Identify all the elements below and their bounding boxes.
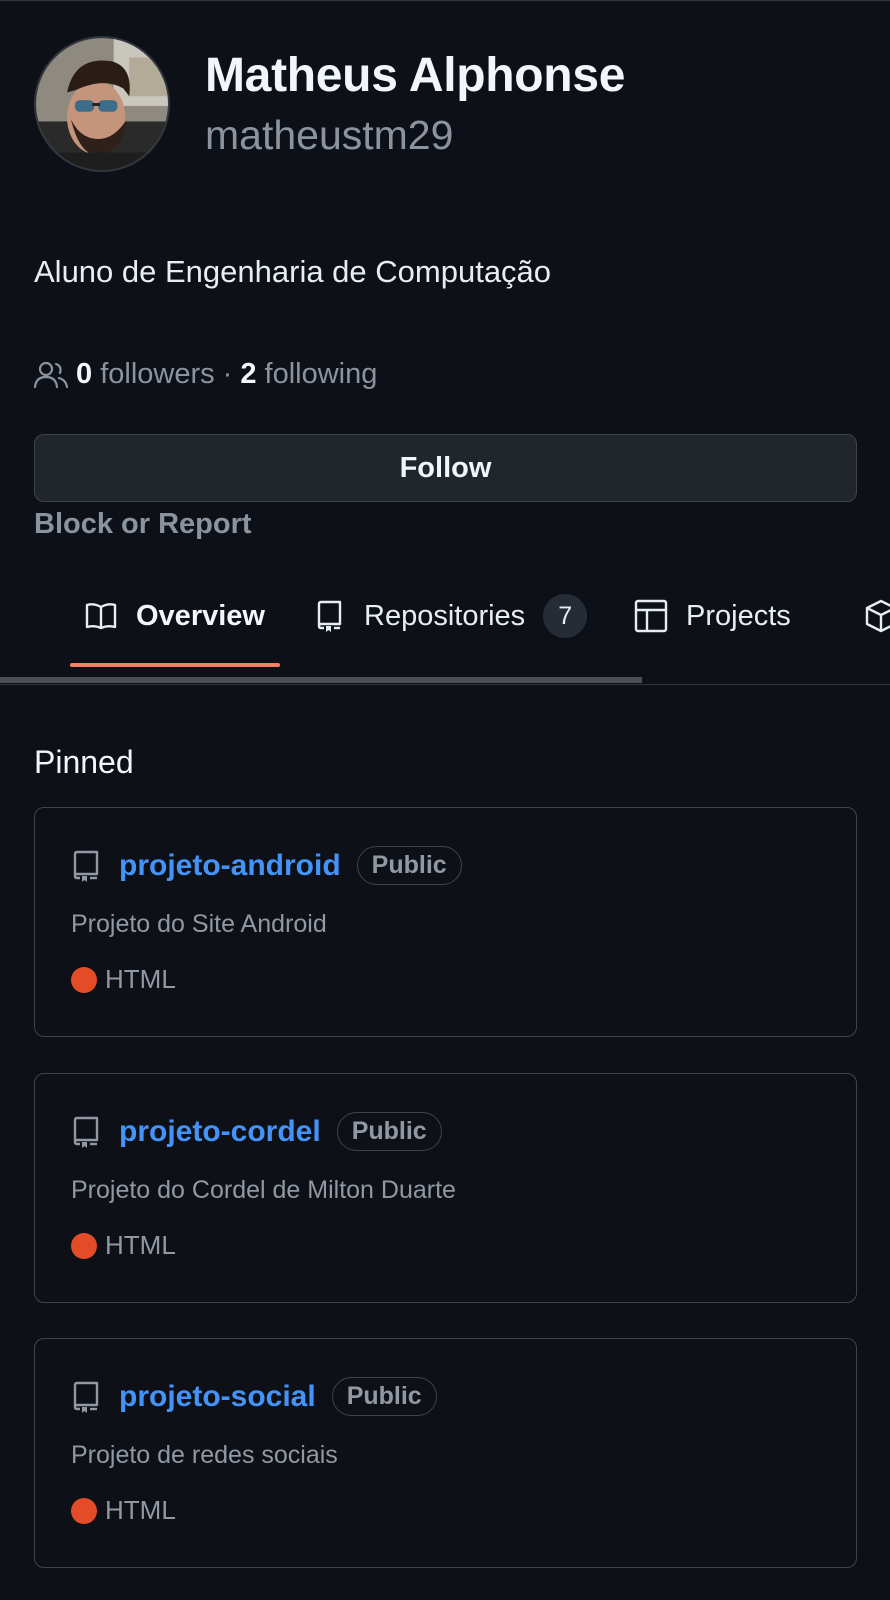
visibility-badge: Public: [331, 1377, 437, 1416]
pinned-repo-card: projeto-cordel Public Projeto do Cordel …: [34, 1073, 857, 1303]
repositories-counter: 7: [543, 594, 588, 638]
repo-language: HTML: [71, 1230, 176, 1261]
top-divider: [0, 0, 890, 1]
profile-tabs: Overview Repositories 7 Projects: [0, 576, 890, 686]
repo-name-link[interactable]: projeto-cordel: [119, 1115, 321, 1149]
tab-packages[interactable]: [864, 592, 890, 640]
repo-description: Projeto do Site Android: [71, 910, 327, 938]
tab-overview[interactable]: Overview: [84, 592, 265, 640]
following-link[interactable]: 2 following: [240, 358, 377, 391]
profile-username: matheustm29: [205, 112, 454, 158]
language-label: HTML: [105, 1230, 176, 1260]
following-label: following: [264, 358, 378, 390]
language-label: HTML: [105, 964, 176, 994]
tab-label: Projects: [686, 599, 791, 632]
pinned-repo-card: projeto-android Public Projeto do Site A…: [34, 807, 857, 1037]
followers-link[interactable]: 0 followers: [76, 358, 215, 391]
repo-icon: [73, 850, 99, 882]
repo-language: HTML: [71, 964, 176, 995]
separator: ·: [222, 358, 233, 390]
tab-label: Repositories: [364, 599, 526, 632]
tab-projects[interactable]: Projects: [634, 592, 791, 640]
pinned-title: Pinned: [34, 744, 134, 780]
book-icon: [85, 603, 117, 630]
language-label: HTML: [105, 1495, 176, 1525]
pinned-repo-card: projeto-social Public Projeto de redes s…: [34, 1338, 857, 1568]
visibility-badge: Public: [336, 1112, 442, 1151]
avatar-photo: [36, 38, 168, 170]
package-icon: [865, 599, 890, 633]
profile-bio: Aluno de Engenharia de Computação: [34, 254, 552, 289]
following-count: 2: [240, 358, 257, 390]
profile-name: Matheus Alphonse: [205, 49, 626, 102]
visibility-badge: Public: [356, 846, 462, 885]
followers-count: 0: [76, 358, 93, 390]
language-color-dot: [71, 1232, 97, 1259]
tabs-scrollbar[interactable]: [0, 677, 642, 683]
repo-icon: [73, 1116, 99, 1148]
language-color-dot: [71, 1497, 97, 1524]
people-icon: [34, 361, 68, 388]
repo-description: Projeto do Cordel de Milton Duarte: [71, 1176, 456, 1204]
repo-description: Projeto de redes sociais: [71, 1441, 338, 1469]
repo-language: HTML: [71, 1495, 176, 1526]
repo-icon: [317, 600, 342, 632]
follow-button[interactable]: Follow: [34, 434, 857, 502]
tab-repositories[interactable]: Repositories 7: [312, 592, 588, 640]
tabs-divider: [0, 684, 890, 685]
active-tab-indicator: [70, 663, 280, 667]
avatar[interactable]: [34, 36, 170, 172]
followers-label: followers: [100, 358, 215, 390]
repo-name-link[interactable]: projeto-android: [119, 849, 341, 883]
repo-icon: [73, 1381, 99, 1413]
follow-stats: 0 followers · 2 following: [34, 358, 377, 391]
tab-label: Overview: [136, 599, 265, 632]
block-or-report-link[interactable]: Block or Report: [34, 508, 252, 541]
language-color-dot: [71, 966, 97, 993]
table-icon: [634, 599, 668, 633]
repo-name-link[interactable]: projeto-social: [119, 1380, 316, 1414]
